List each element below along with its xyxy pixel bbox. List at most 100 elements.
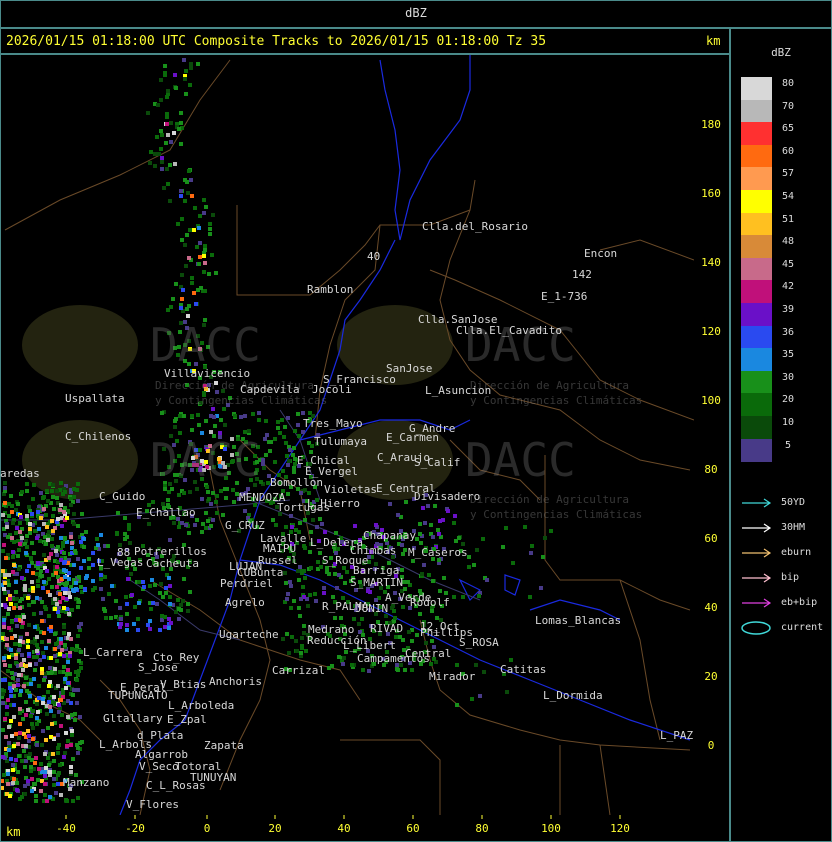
place-label: Villavicencio	[164, 367, 251, 380]
legend-swatch	[741, 370, 772, 394]
place-label: Ramblon	[307, 283, 354, 296]
legend-swatch	[741, 303, 772, 326]
x-tick-label: 60	[406, 822, 420, 835]
place-label: V_Flores	[126, 798, 179, 811]
legend-swatch	[741, 280, 772, 304]
place-label: S_Jose	[138, 661, 178, 674]
legend-swatch-label: 60	[781, 145, 795, 157]
y-tick-label: 20	[704, 670, 718, 683]
track-label: eburn	[781, 547, 812, 558]
y-tick-label: 100	[701, 394, 721, 407]
place-label: Perdriel	[220, 577, 273, 590]
x-tick-label: 80	[475, 822, 489, 835]
legend-swatch	[741, 393, 772, 417]
x-tick-label: 0	[203, 822, 211, 835]
legend-swatch	[741, 438, 772, 462]
track-label: 50YD	[781, 497, 806, 508]
legend-swatch-label: 10	[781, 417, 795, 428]
legend-swatch	[741, 257, 772, 281]
place-label: 88	[117, 546, 131, 559]
watermark-subtitle: Dirección de Agricultura	[470, 493, 629, 506]
place-label: Lomas_Blancas	[535, 614, 622, 627]
current-ellipse-icon	[741, 621, 771, 635]
place-label: Cacheuta	[146, 557, 199, 570]
place-label: Encon	[584, 247, 618, 260]
place-label: JUNIN	[355, 602, 389, 615]
legend-swatch	[741, 212, 772, 236]
legend-swatch	[741, 348, 772, 372]
place-label: S_ROSA	[459, 636, 499, 649]
place-label: E_Zpal	[167, 713, 207, 726]
legend-swatch-label: 70	[781, 100, 795, 112]
place-label: E_Challao	[136, 506, 196, 519]
place-label: Gltallary	[103, 712, 163, 725]
legend-swatch-label: 36	[781, 326, 795, 338]
place-label: 40	[367, 250, 381, 263]
y-tick-label: 0	[707, 739, 715, 752]
place-label: Tres_Mayo	[303, 417, 363, 430]
place-label: Catitas	[500, 663, 547, 676]
place-label: Clla.El_Cavadito	[456, 324, 562, 337]
watermark-text: DACC	[150, 433, 261, 487]
place-label: Tulumaya	[314, 435, 367, 448]
x-tick-label: 100	[541, 822, 561, 835]
place-label: SanJose	[386, 362, 433, 375]
place-label: Uspallata	[65, 392, 125, 405]
place-label: Carrizal	[272, 664, 325, 677]
legend-swatch-label: 65	[781, 123, 795, 135]
x-tick-label: -40	[56, 822, 76, 835]
x-tick-label: -20	[125, 822, 145, 835]
watermark-subtitle: Dirección de Agricultura	[470, 379, 629, 392]
legend-swatch	[741, 190, 772, 213]
place-label: Anchoris	[209, 675, 262, 688]
track-label: 30HM	[781, 522, 806, 533]
legend-swatch	[741, 77, 772, 100]
place-label: L_Carrera	[83, 646, 143, 659]
place-label: Divisadero	[414, 490, 481, 503]
place-label: TUPUNGATO	[108, 689, 168, 702]
y-tick-label: 120	[701, 325, 721, 338]
place-label: C_L_Rosas	[146, 779, 206, 792]
place-label: Violetas	[324, 483, 377, 496]
watermark-text: DACC	[150, 318, 261, 372]
y-tick-label: 80	[704, 463, 718, 476]
legend-swatch	[741, 325, 772, 349]
place-label: Rodolf	[410, 596, 450, 609]
y-tick-label: 160	[701, 187, 721, 200]
place-label: Bomollon	[270, 476, 323, 489]
legend-swatch-label: 35	[781, 349, 795, 361]
place-label: S_Calif	[414, 456, 461, 469]
place-label: Ugarteche	[219, 628, 279, 641]
x-tick-label: 40	[337, 822, 351, 835]
y-tick-label: 180	[701, 118, 721, 131]
legend-swatch	[741, 144, 772, 168]
legend-swatch	[741, 235, 772, 259]
legend-swatch	[741, 99, 772, 123]
axis-ticks	[65, 815, 621, 819]
legend-swatch-label: 30	[781, 371, 795, 383]
legend-swatch-label: 42	[781, 281, 795, 293]
place-label: L_Libert	[343, 639, 396, 652]
y-tick-label: 60	[704, 532, 718, 545]
place-label: Campamentos	[357, 652, 430, 665]
watermark-subtitle: y Contingencias Climáticas	[470, 508, 643, 521]
track-label: current	[781, 622, 824, 633]
place-label: Agrelo	[225, 596, 265, 609]
legend-swatch-label: 54	[781, 191, 795, 202]
watermark-subtitle: y Contingencias Climáticas	[470, 394, 643, 407]
legend-title: dBZ	[771, 46, 791, 59]
place-label: Jocoli	[312, 383, 352, 396]
place-label: L_PAZ	[660, 729, 694, 742]
place-label: 142	[572, 268, 592, 281]
legend-swatch-label: 51	[781, 213, 795, 225]
track-arrow-icon	[742, 598, 772, 608]
place-label: Tortugas	[277, 501, 330, 514]
legend-swatch-label: 5	[784, 439, 792, 451]
place-label: Zapata	[204, 739, 244, 752]
y-tick-label: 40	[704, 601, 718, 614]
place-label: S_MARTIN	[350, 576, 403, 589]
place-label: Chapanay	[363, 529, 416, 542]
place-label: L_Dormida	[543, 689, 603, 702]
legend-swatch-label: 20	[781, 394, 795, 406]
legend-swatch-label: 45	[781, 258, 795, 270]
